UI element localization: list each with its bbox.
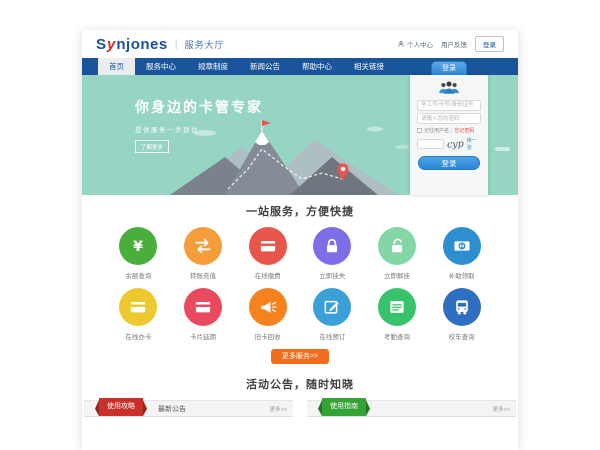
bus-icon bbox=[443, 288, 481, 326]
site-name: 服务大厅 bbox=[185, 38, 225, 51]
captcha-image[interactable]: cyp bbox=[447, 138, 465, 150]
announcement-panel-1: 使用指南 更多>> bbox=[307, 400, 516, 447]
service-label: 在线办卡 bbox=[125, 331, 151, 341]
header-login-button[interactable]: 登录 bbox=[475, 36, 504, 52]
banknote-icon: 1 bbox=[443, 227, 481, 265]
yen-icon: ¥ bbox=[119, 227, 157, 265]
service-label: 卡片延期 bbox=[190, 331, 216, 341]
captcha-input[interactable] bbox=[417, 139, 444, 149]
more-services-button[interactable]: 更多服务>> bbox=[271, 349, 329, 364]
service-label: 校车查询 bbox=[449, 331, 475, 341]
services-title: 一站服务，方便快捷 bbox=[82, 195, 518, 219]
schedule-icon bbox=[378, 288, 416, 326]
panel-more-link[interactable]: 更多>> bbox=[493, 405, 510, 413]
card-icon bbox=[119, 288, 157, 326]
service-item-6[interactable]: 在线办卡 bbox=[106, 288, 171, 341]
service-item-11[interactable]: 校车查询 bbox=[429, 288, 494, 341]
announcements-title: 活动公告，随时知晓 bbox=[82, 364, 518, 392]
captcha-row: cyp 换一张 bbox=[417, 137, 481, 151]
person-icon bbox=[397, 40, 405, 48]
panel-more-link[interactable]: 更多>> bbox=[270, 405, 287, 413]
panel-body bbox=[84, 417, 293, 447]
lock-icon bbox=[313, 227, 351, 265]
unlock-icon bbox=[378, 227, 416, 265]
service-label: 转账充值 bbox=[190, 270, 216, 280]
service-label: 补助领取 bbox=[449, 270, 475, 280]
login-tab[interactable]: 登录 bbox=[431, 61, 467, 75]
nav-item-5[interactable]: 相关链接 bbox=[343, 58, 395, 75]
remember-label: 记住用户名 bbox=[424, 127, 449, 134]
service-item-3[interactable]: 立即挂失 bbox=[300, 227, 365, 280]
service-label: 考勤查询 bbox=[384, 331, 410, 341]
logo: Synjones bbox=[96, 36, 168, 53]
logo-divider: | bbox=[175, 38, 178, 50]
service-label: 在线缴费 bbox=[255, 270, 281, 280]
panel-secondary-tab[interactable]: 最新公告 bbox=[158, 404, 186, 414]
announcement-panels: 使用攻略 最新公告 更多>> 使用指南 更多>> bbox=[82, 400, 518, 447]
logo-text-s: S bbox=[96, 36, 107, 53]
service-item-8[interactable]: 旧卡回收 bbox=[235, 288, 300, 341]
login-panel: 登录 记住用户名 | 忘记密码 c bbox=[410, 75, 488, 195]
hero-banner: 你身边的卡管专家 提供服务一步到位 了解更多 登录 bbox=[82, 75, 518, 195]
login-submit-button[interactable]: 登录 bbox=[418, 156, 480, 170]
captcha-refresh-link[interactable]: 换一张 bbox=[467, 137, 481, 151]
username-input[interactable] bbox=[417, 100, 481, 111]
user-feedback-label: 用户反馈 bbox=[441, 39, 467, 49]
service-label: 在线预订 bbox=[319, 331, 345, 341]
panel-header: 使用指南 更多>> bbox=[307, 400, 516, 417]
service-label: 旧卡回收 bbox=[255, 331, 281, 341]
service-label: 立即挂失 bbox=[319, 270, 345, 280]
card-icon bbox=[184, 288, 222, 326]
svg-text:¥: ¥ bbox=[133, 239, 143, 255]
service-label: 立即解挂 bbox=[384, 270, 410, 280]
hero-text: 你身边的卡管专家 提供服务一步到位 了解更多 bbox=[135, 97, 263, 154]
svg-text:1: 1 bbox=[460, 244, 464, 250]
service-item-2[interactable]: 在线缴费 bbox=[235, 227, 300, 280]
service-item-1[interactable]: 转账充值 bbox=[171, 227, 236, 280]
hero-subtitle: 提供服务一步到位 bbox=[135, 124, 263, 134]
page-container: Synjones | 服务大厅 个人中心 用户反馈 登录 首页服务中心规章制度新… bbox=[82, 30, 518, 450]
logo-text-rest: njones bbox=[116, 36, 167, 53]
panel-ribbon-tab[interactable]: 使用攻略 bbox=[99, 398, 143, 416]
panel-body bbox=[307, 417, 516, 447]
hero-cta-button[interactable]: 了解更多 bbox=[135, 140, 169, 153]
remember-checkbox[interactable] bbox=[417, 128, 422, 133]
panel-ribbon-tab[interactable]: 使用指南 bbox=[322, 398, 366, 416]
logo-swoosh: y bbox=[107, 36, 116, 53]
nav-item-3[interactable]: 新闻公告 bbox=[239, 58, 291, 75]
nav-item-1[interactable]: 服务中心 bbox=[135, 58, 187, 75]
announcement-panel-0: 使用攻略 最新公告 更多>> bbox=[84, 400, 293, 447]
megaphone-icon bbox=[249, 288, 287, 326]
forgot-password-link[interactable]: 忘记密码 bbox=[454, 127, 474, 134]
service-label: 余额查询 bbox=[125, 270, 151, 280]
service-item-5[interactable]: 1 补助领取 bbox=[429, 227, 494, 280]
nav-item-0[interactable]: 首页 bbox=[98, 58, 135, 75]
panel-header: 使用攻略 最新公告 更多>> bbox=[84, 400, 293, 417]
nav-item-4[interactable]: 帮助中心 bbox=[291, 58, 343, 75]
header-links: 个人中心 用户反馈 登录 bbox=[397, 36, 504, 52]
remember-row: 记住用户名 | 忘记密码 bbox=[417, 127, 481, 134]
service-item-0[interactable]: ¥ 余额查询 bbox=[106, 227, 171, 280]
header: Synjones | 服务大厅 个人中心 用户反馈 登录 bbox=[82, 30, 518, 58]
personal-center-label: 个人中心 bbox=[407, 39, 433, 49]
edit-icon bbox=[313, 288, 351, 326]
service-item-7[interactable]: 卡片延期 bbox=[171, 288, 236, 341]
users-icon bbox=[435, 79, 463, 97]
services-grid: ¥ 余额查询 转账充值 在线缴费 立即挂失 立即解挂 1 补助领取在线办卡 卡片延期 旧卡回收 在线… bbox=[82, 219, 518, 341]
transfer-icon bbox=[184, 227, 222, 265]
password-input[interactable] bbox=[417, 113, 481, 124]
personal-center-link[interactable]: 个人中心 bbox=[397, 39, 433, 49]
cloud-decoration bbox=[495, 147, 510, 151]
hero-title: 你身边的卡管专家 bbox=[135, 97, 263, 117]
service-item-4[interactable]: 立即解挂 bbox=[365, 227, 430, 280]
remember-divider: | bbox=[451, 128, 452, 134]
user-feedback-link[interactable]: 用户反馈 bbox=[441, 39, 467, 49]
card-icon bbox=[249, 227, 287, 265]
service-item-10[interactable]: 考勤查询 bbox=[365, 288, 430, 341]
service-item-9[interactable]: 在线预订 bbox=[300, 288, 365, 341]
nav-item-2[interactable]: 规章制度 bbox=[187, 58, 239, 75]
